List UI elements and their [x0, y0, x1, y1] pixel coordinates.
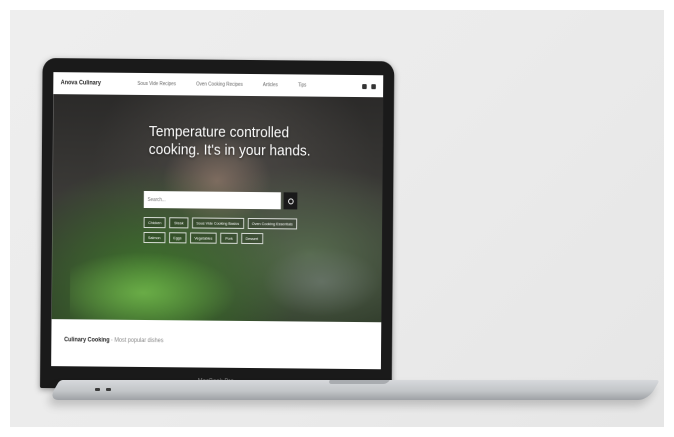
site-logo[interactable]: Anova Culinary [61, 80, 101, 86]
nav-icons [362, 83, 376, 89]
chip-dessert[interactable]: Dessert [240, 232, 263, 245]
port [106, 388, 111, 391]
section-subtitle: Most popular dishes [114, 337, 164, 345]
laptop-lid: Anova Culinary Sous Vide Recipes Oven Co… [40, 58, 395, 392]
hero-headline: Temperature controlled cooking. It's in … [148, 123, 311, 160]
hero: Temperature controlled cooking. It's in … [51, 94, 384, 323]
quick-filter-chips: Chicken Steak Sous Vide Cooking Basics O… [143, 216, 299, 245]
hero-image-greens [69, 244, 254, 323]
search-icon [287, 197, 294, 204]
nav-link-articles[interactable]: Articles [263, 82, 278, 88]
chip-chicken[interactable]: Chicken [143, 216, 167, 229]
search-button[interactable] [283, 192, 298, 210]
chip-sous-vide-basics[interactable]: Sous Vide Cooking Basics [191, 217, 244, 229]
screen-bezel: Anova Culinary Sous Vide Recipes Oven Co… [40, 58, 395, 392]
site-nav: Anova Culinary Sous Vide Recipes Oven Co… [53, 72, 384, 98]
ports [95, 388, 111, 391]
screen: Anova Culinary Sous Vide Recipes Oven Co… [51, 72, 384, 370]
nav-link-tips[interactable]: Tips [298, 82, 307, 88]
search-bar [143, 190, 298, 210]
user-icon[interactable] [362, 83, 367, 89]
menu-icon[interactable] [371, 83, 376, 89]
chip-oven-essentials[interactable]: Oven Cooking Essentials [247, 217, 298, 230]
laptop: Anova Culinary Sous Vide Recipes Oven Co… [40, 58, 660, 418]
lid-notch [327, 380, 390, 384]
section-heading: Culinary Cooking · Most popular dishes [64, 337, 164, 345]
search-input[interactable] [143, 190, 281, 210]
nav-link-oven[interactable]: Oven Cooking Recipes [196, 81, 243, 87]
chip-vegetables[interactable]: Vegetables [189, 232, 218, 244]
chip-salmon[interactable]: Salmon [143, 231, 166, 244]
section-title: Culinary Cooking [64, 337, 110, 344]
nav-link-sous-vide[interactable]: Sous Vide Recipes [137, 81, 176, 87]
port [95, 388, 100, 391]
hero-image-pan [261, 246, 381, 318]
laptop-base [48, 380, 660, 400]
mockup-scene: Anova Culinary Sous Vide Recipes Oven Co… [0, 0, 674, 437]
